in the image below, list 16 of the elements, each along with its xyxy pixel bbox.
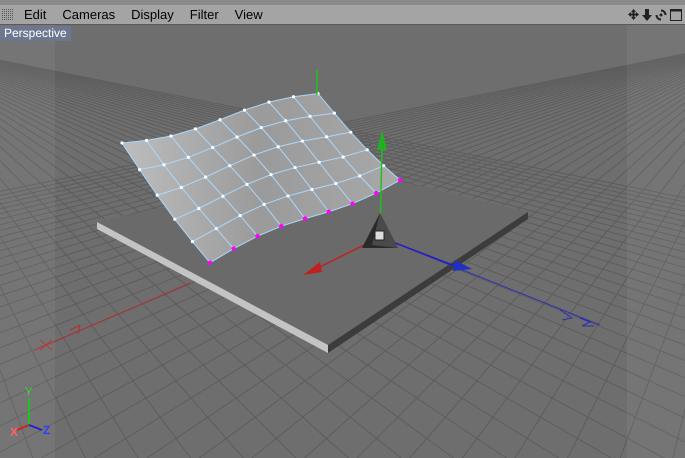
down-arrow-icon[interactable] bbox=[642, 8, 652, 20]
menu-item[interactable]: Cameras bbox=[62, 4, 116, 24]
rotate-icon[interactable] bbox=[655, 8, 667, 20]
menu-item[interactable]: View bbox=[234, 4, 263, 24]
z-axis-label: Z bbox=[43, 424, 50, 436]
maximize-icon[interactable] bbox=[670, 8, 682, 20]
viewport-label: Perspective bbox=[0, 26, 71, 41]
viewport[interactable]: Perspective Y X Z bbox=[0, 25, 685, 458]
x-axis-label: X bbox=[10, 426, 18, 438]
menu-item[interactable]: Display bbox=[131, 4, 174, 24]
y-axis-label: Y bbox=[25, 386, 32, 398]
menu-item[interactable]: Filter bbox=[190, 4, 219, 24]
grip-icon bbox=[2, 8, 14, 20]
axis-indicator bbox=[16, 398, 42, 431]
move-icon[interactable] bbox=[628, 9, 639, 20]
menu-item[interactable]: Edit bbox=[24, 4, 46, 24]
